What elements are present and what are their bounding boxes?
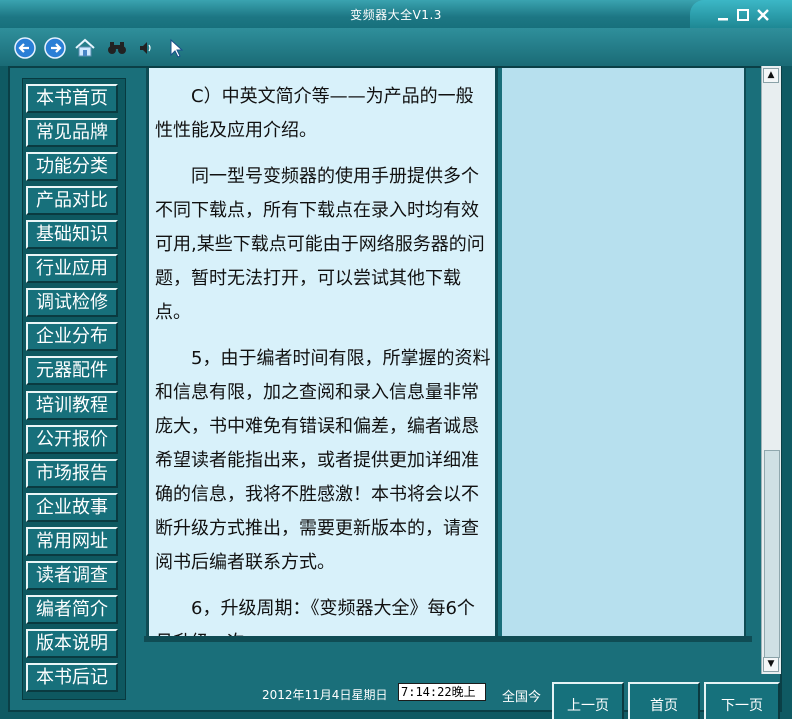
title-bar: 变频器大全V1.3 — [0, 0, 792, 29]
forward-arrow-icon[interactable] — [44, 37, 66, 59]
next-page-button[interactable]: 下一页 — [704, 682, 780, 719]
close-icon[interactable] — [756, 8, 770, 22]
sidebar-item-components[interactable]: 元器配件 — [26, 356, 118, 385]
pointer-icon[interactable] — [164, 37, 186, 59]
sidebar-item-companies[interactable]: 企业分布 — [26, 322, 118, 351]
home-icon[interactable] — [74, 37, 96, 59]
content-paragraph: 6，升级周期：《变频器大全》每6个月升级一次。 — [155, 598, 475, 636]
sidebar-item-quotes[interactable]: 公开报价 — [26, 425, 118, 454]
sidebar-item-survey[interactable]: 读者调查 — [26, 561, 118, 590]
sidebar-item-compare[interactable]: 产品对比 — [26, 186, 118, 215]
sidebar-item-home[interactable]: 本书首页 — [26, 84, 118, 113]
prev-page-button[interactable]: 上一页 — [552, 682, 624, 719]
back-arrow-icon[interactable] — [14, 37, 36, 59]
date-label: 2012年11月4日星期日 — [262, 688, 388, 702]
sidebar-item-postscript[interactable]: 本书后记 — [26, 663, 118, 692]
marquee-text: 全国今 — [502, 690, 542, 705]
scroll-thumb[interactable] — [764, 450, 780, 658]
binoculars-icon[interactable] — [106, 37, 128, 59]
content-paragraph: 同一型号变频器的使用手册提供多个不同下载点，所有下载点在录入时均有效可用,某些下… — [155, 166, 485, 323]
content-paragraph: C）中英文简介等——为产品的一般性性能及应用介绍。 — [155, 86, 474, 141]
content-panel: C）中英文简介等——为产品的一般性性能及应用介绍。 同一型号变频器的使用手册提供… — [146, 68, 498, 636]
sidebar-item-training[interactable]: 培训教程 — [26, 391, 118, 420]
sidebar-item-editor[interactable]: 编者简介 — [26, 595, 118, 624]
maximize-icon[interactable] — [736, 8, 750, 22]
content-bottom-border — [144, 636, 752, 642]
window-controls — [690, 0, 792, 28]
sidebar-item-stories[interactable]: 企业故事 — [26, 493, 118, 522]
time-display: 7:14:22晚上 — [398, 683, 486, 701]
window-title: 变频器大全V1.3 — [350, 8, 442, 22]
scroll-up-icon[interactable]: ▲ — [763, 68, 779, 83]
first-page-button[interactable]: 首页 — [628, 682, 700, 719]
sidebar-item-functions[interactable]: 功能分类 — [26, 152, 118, 181]
right-pane — [502, 68, 746, 636]
minimize-icon[interactable] — [716, 8, 730, 22]
sidebar-item-repair[interactable]: 调试检修 — [26, 288, 118, 317]
content-paragraph: 5，由于编者时间有限，所掌握的资料和信息有限，加之查阅和录入信息量非常庞大，书中… — [155, 348, 491, 573]
sidebar-item-version[interactable]: 版本说明 — [26, 629, 118, 658]
sidebar-item-brands[interactable]: 常见品牌 — [26, 118, 118, 147]
sidebar-item-websites[interactable]: 常用网址 — [26, 527, 118, 556]
sidebar-item-market[interactable]: 市场报告 — [26, 459, 118, 488]
sidebar-item-industry[interactable]: 行业应用 — [26, 254, 118, 283]
sidebar-item-basics[interactable]: 基础知识 — [26, 220, 118, 249]
vertical-scrollbar[interactable]: ▲ ▼ — [761, 66, 781, 674]
speaker-icon[interactable] — [134, 37, 156, 59]
toolbar — [0, 28, 792, 66]
scroll-down-icon[interactable]: ▼ — [763, 657, 779, 672]
